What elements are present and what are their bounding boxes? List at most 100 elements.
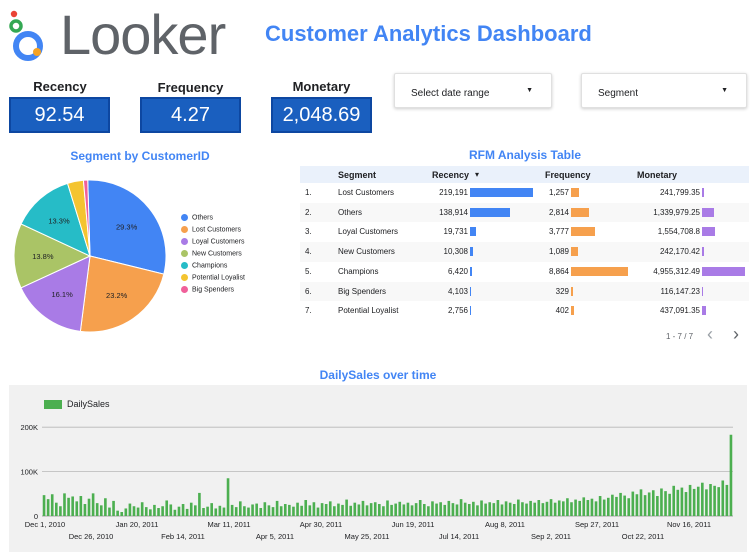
sales-bar[interactable]	[517, 499, 520, 516]
sales-bar[interactable]	[337, 503, 340, 516]
sales-bar[interactable]	[406, 502, 410, 516]
sales-bar[interactable]	[676, 489, 680, 516]
sales-bar[interactable]	[525, 503, 528, 516]
sales-bar[interactable]	[251, 504, 254, 516]
sales-bar[interactable]	[292, 506, 295, 516]
sales-bar[interactable]	[161, 506, 164, 516]
sales-bar[interactable]	[288, 504, 291, 516]
sales-bar[interactable]	[627, 498, 631, 516]
sales-bar[interactable]	[194, 505, 197, 516]
sales-bar[interactable]	[537, 500, 541, 516]
sales-bar[interactable]	[238, 501, 242, 516]
sales-bar[interactable]	[701, 482, 704, 516]
table-row[interactable]: 3. Loyal Customers 19,731 3,777 1,554,708.8	[300, 222, 749, 242]
sales-bar[interactable]	[672, 485, 676, 516]
sales-bar[interactable]	[361, 500, 365, 516]
sales-bar[interactable]	[615, 496, 618, 516]
sales-bar[interactable]	[598, 496, 602, 516]
sales-bar[interactable]	[578, 500, 581, 516]
sales-bar[interactable]	[214, 508, 218, 516]
table-row[interactable]: 2. Others 138,914 2,814 1,339,979.25	[300, 202, 749, 223]
sales-bar[interactable]	[275, 500, 279, 516]
sales-bar[interactable]	[586, 500, 590, 516]
sales-bar[interactable]	[79, 496, 83, 516]
sales-bar[interactable]	[83, 504, 87, 516]
sales-bar[interactable]	[566, 498, 569, 516]
sales-bar[interactable]	[512, 504, 516, 516]
sales-bar[interactable]	[308, 505, 312, 516]
sales-bar[interactable]	[255, 503, 258, 516]
sales-bar[interactable]	[431, 501, 434, 516]
sales-bar[interactable]	[390, 504, 393, 516]
table-row[interactable]: 5. Champions 6,420 8,864 4,955,312.49	[300, 262, 749, 282]
sales-bar[interactable]	[157, 508, 160, 516]
sales-bar[interactable]	[87, 498, 91, 516]
sales-bar[interactable]	[484, 503, 487, 516]
next-page-icon[interactable]: ›	[733, 324, 739, 345]
sales-bar[interactable]	[320, 503, 324, 516]
sales-bar[interactable]	[410, 505, 414, 516]
header-monetary[interactable]: Monetary	[637, 170, 677, 180]
sales-bar[interactable]	[95, 503, 99, 516]
sales-bar[interactable]	[177, 506, 181, 516]
sales-bar[interactable]	[357, 504, 361, 516]
sales-bar[interactable]	[328, 501, 332, 516]
sales-bar[interactable]	[668, 493, 671, 516]
sales-bar[interactable]	[136, 507, 140, 516]
sales-bar[interactable]	[696, 486, 700, 516]
sales-bar[interactable]	[725, 484, 729, 516]
sales-bar[interactable]	[345, 499, 348, 516]
sales-bar[interactable]	[590, 498, 594, 516]
sales-bar[interactable]	[651, 490, 655, 516]
sales-bar[interactable]	[570, 502, 573, 516]
prev-page-icon[interactable]: ‹	[707, 324, 713, 345]
sales-bar[interactable]	[594, 501, 598, 516]
sales-bar[interactable]	[623, 495, 626, 516]
sales-bar[interactable]	[263, 502, 267, 516]
sales-bar[interactable]	[553, 502, 557, 516]
sales-bar[interactable]	[341, 504, 344, 516]
sales-bar[interactable]	[99, 505, 103, 516]
sales-bar[interactable]	[451, 503, 455, 516]
sales-bar[interactable]	[230, 504, 234, 516]
sales-bar[interactable]	[67, 497, 70, 516]
sales-bar[interactable]	[333, 506, 336, 516]
pie-legend-item[interactable]: Champions	[181, 262, 227, 269]
pie-legend-item[interactable]: Potential Loyalist	[181, 274, 245, 281]
sales-bar[interactable]	[631, 491, 635, 516]
sales-bar[interactable]	[713, 485, 716, 516]
sales-bar[interactable]	[222, 507, 226, 516]
table-row[interactable]: 4. New Customers 10,308 1,089 242,170.42	[300, 242, 749, 262]
sales-bar[interactable]	[300, 505, 303, 516]
sales-bar[interactable]	[492, 503, 496, 516]
sales-bar[interactable]	[463, 502, 467, 516]
sales-bar[interactable]	[639, 489, 643, 516]
sales-bar[interactable]	[582, 497, 586, 516]
sort-desc-icon[interactable]: ▾	[475, 170, 479, 179]
sales-bar[interactable]	[353, 502, 357, 516]
sales-bar[interactable]	[529, 500, 532, 516]
sales-bar[interactable]	[549, 499, 553, 516]
sales-bar[interactable]	[680, 487, 684, 516]
sales-bar[interactable]	[705, 489, 708, 516]
segment-control[interactable]: Segment ▼	[581, 73, 747, 108]
pie-legend-item[interactable]: Loyal Customers	[181, 238, 245, 245]
sales-bar[interactable]	[656, 496, 659, 516]
sales-bar[interactable]	[439, 502, 442, 516]
sales-bar[interactable]	[349, 505, 353, 516]
sales-bar[interactable]	[562, 501, 565, 516]
pie-legend-item[interactable]: Big Spenders	[181, 286, 234, 293]
table-row[interactable]: 1. Lost Customers 219,191 1,257 241,799.35	[300, 183, 749, 203]
sales-bar[interactable]	[382, 506, 385, 516]
sales-bar[interactable]	[606, 497, 610, 516]
sales-bar[interactable]	[427, 506, 430, 516]
sales-bar[interactable]	[488, 502, 492, 516]
sales-bar[interactable]	[541, 503, 545, 516]
sales-bar[interactable]	[394, 503, 397, 516]
sales-bar[interactable]	[202, 508, 205, 516]
sales-bar[interactable]	[386, 500, 389, 516]
sales-bar[interactable]	[369, 503, 373, 516]
sales-bar[interactable]	[717, 487, 720, 516]
sales-bar[interactable]	[304, 500, 308, 516]
sales-bar[interactable]	[210, 503, 213, 516]
